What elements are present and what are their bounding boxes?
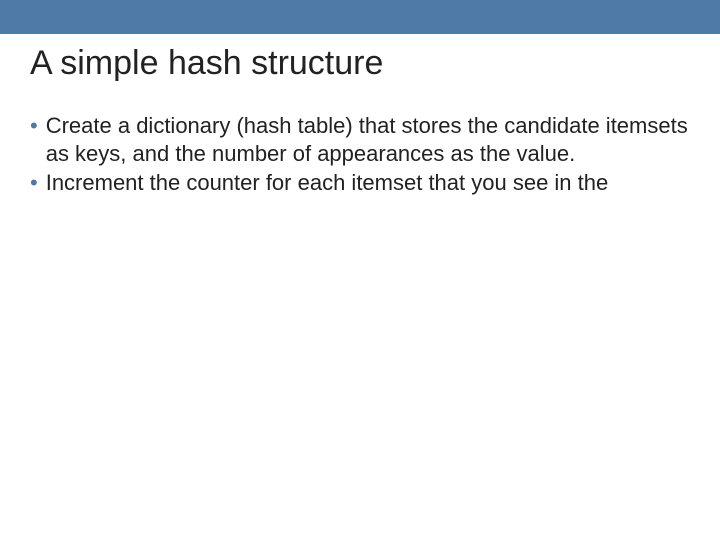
- slide: A simple hash structure • Create a dicti…: [0, 0, 720, 540]
- bullet-icon: •: [30, 112, 38, 140]
- slide-body: • Create a dictionary (hash table) that …: [30, 112, 690, 199]
- slide-title: A simple hash structure: [30, 44, 383, 83]
- bullet-text: Create a dictionary (hash table) that st…: [46, 112, 690, 167]
- bullet-item: • Increment the counter for each itemset…: [30, 169, 690, 197]
- accent-bar: [0, 0, 720, 34]
- bullet-text: Increment the counter for each itemset t…: [46, 169, 690, 197]
- bullet-item: • Create a dictionary (hash table) that …: [30, 112, 690, 167]
- bullet-icon: •: [30, 169, 38, 197]
